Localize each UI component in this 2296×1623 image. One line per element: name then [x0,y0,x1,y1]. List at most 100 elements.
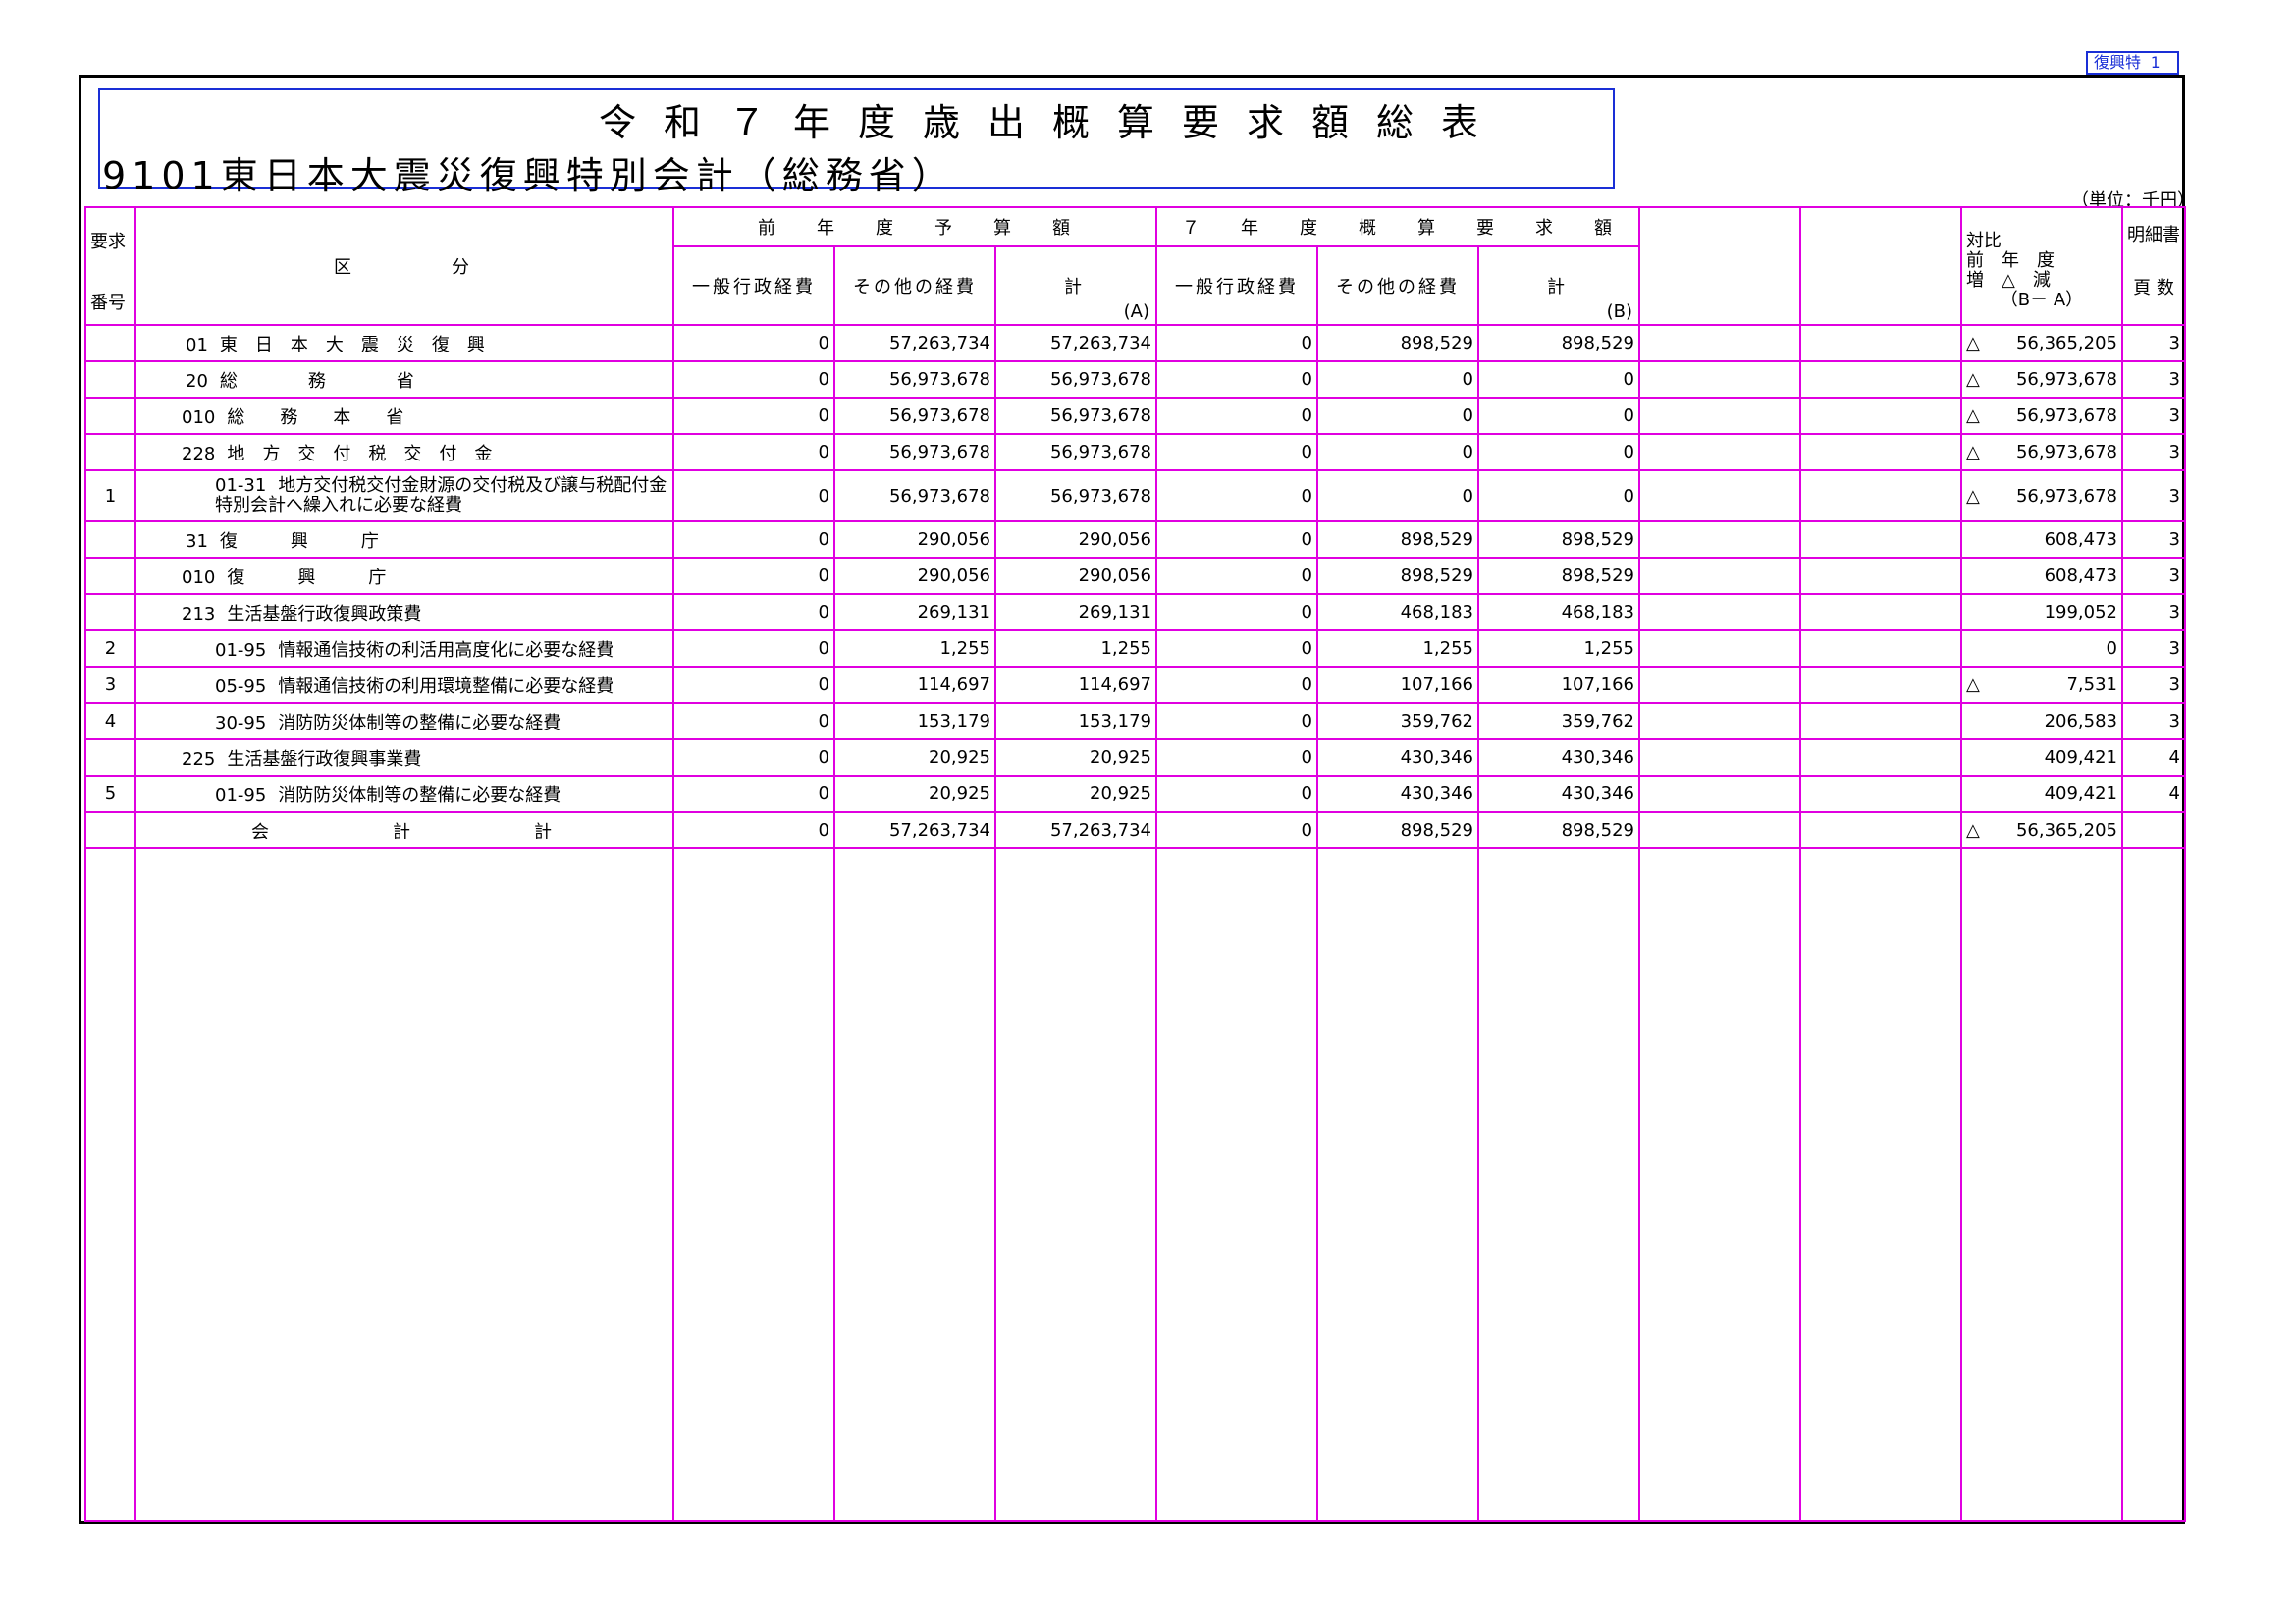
amount-r-tot: 0 [1477,469,1640,522]
diff-value: 608,473 [2044,529,2117,550]
detail-page-cell: 3 [2121,702,2186,740]
amount-r-gen: 0 [1155,775,1318,813]
col-10-cell [1799,557,1962,595]
req-no-cell: 5 [84,775,136,813]
account-code: 213 [182,603,216,624]
col-9-cell [1638,324,1801,362]
account-name: 東 日 本 大 震 災 復 興 [219,334,485,355]
diff-sign: △ [1966,369,1980,390]
col-9-cell [1638,397,1801,435]
diff-cell: 409,421 [1960,738,2123,777]
amount-p-oth: 20,925 [833,775,996,813]
col-10-cell [1799,469,1962,522]
division-cell: 30-95 消防防災体制等の整備に必要な経費 [134,702,674,740]
division-cell: 05-95 情報通信技術の利用環境整備に必要な経費 [134,666,674,704]
col-9-cell [1638,520,1801,559]
amount-r-oth: 898,529 [1316,520,1479,559]
total-col-9 [1638,811,1801,849]
account-name: 情報通信技術の利活用高度化に必要な経費 [278,639,614,661]
total-label: 会 計 計 [134,811,674,849]
amount-p-tot: 114,697 [994,666,1157,704]
amount-p-gen: 0 [672,738,835,777]
col-10-cell [1799,397,1962,435]
amount-p-gen: 0 [672,324,835,362]
req-no-cell [84,433,136,471]
col-9-cell [1638,360,1801,399]
diff-cell: 0 [1960,629,2123,668]
diff-value: 608,473 [2044,566,2117,586]
blank-header-9 [1638,206,1801,326]
amount-r-oth: 0 [1316,433,1479,471]
col-10-cell [1799,433,1962,471]
empty-cell [1960,847,2123,1522]
account-code: 01-95 [215,784,267,806]
division-cell: 213 生活基盤行政復興政策費 [134,593,674,631]
account-name: 地 方 交 付 税 交 付 金 [227,443,493,464]
account-name: 消防防災体制等の整備に必要な経費 [278,784,561,806]
amount-p-gen: 0 [672,433,835,471]
data-rows: 01 東 日 本 大 震 災 復 興 0 57,263,734 57,263,734 0 8… [84,324,2186,813]
division-cell: 20 総 務 省 [134,360,674,399]
diff-value: 199,052 [2044,602,2117,622]
diff-value: 0 [2106,638,2117,659]
amount-r-gen: 0 [1155,469,1318,522]
amount-p-tot: 56,973,678 [994,360,1157,399]
empty-cell [1799,847,1962,1522]
amount-p-oth: 56,973,678 [833,433,996,471]
amount-r-tot: 0 [1477,397,1640,435]
amount-p-tot: 20,925 [994,775,1157,813]
account-code: 05-95 [215,676,267,697]
amount-p-oth: 290,056 [833,557,996,595]
table-row: 31 復 興 庁 0 290,056 290,056 0 898,529 898,529 608… [84,520,2186,559]
division-header: 区 分 [134,206,674,326]
diff-header-line-1: 対比 [1966,231,2002,251]
amount-p-gen: 0 [672,775,835,813]
prev-general-header: 一般行政経費 [672,245,835,326]
diff-value: 56,973,678 [2015,485,2117,507]
empty-cell [994,847,1157,1522]
account-name: 総 務 省 [219,370,414,392]
amount-p-tot: 269,131 [994,593,1157,631]
req-no-cell [84,360,136,399]
amount-r-tot: 430,346 [1477,775,1640,813]
diff-sign: △ [1966,485,1980,507]
division-cell: 225 生活基盤行政復興事業費 [134,738,674,777]
table-row: 1 01-31 地方交付税交付金財源の交付税及び譲与税配付金特別会計へ繰入れに必要な… [84,469,2186,522]
total-p-tot: 57,263,734 [994,811,1157,849]
blank-header-10 [1799,206,1962,326]
amount-r-oth: 0 [1316,469,1479,522]
division-cell: 010 総 務 本 省 [134,397,674,435]
col-10-cell [1799,702,1962,740]
account-name: 総 務 本 省 [227,406,404,428]
amount-p-gen: 0 [672,557,835,595]
amount-p-oth: 56,973,678 [833,360,996,399]
amount-r-tot: 898,529 [1477,557,1640,595]
prev-total-header: 計 (A) [994,245,1157,326]
col-9-cell [1638,593,1801,631]
amount-r-gen: 0 [1155,738,1318,777]
col-10-cell [1799,360,1962,399]
detail-page-cell: 3 [2121,469,2186,522]
account-name: 地方交付税交付金財源の交付税及び譲与税配付金特別会計へ繰入れに必要な経費 [215,475,667,515]
amount-p-tot: 56,973,678 [994,433,1157,471]
req-no-cell: 1 [84,469,136,522]
amount-r-tot: 1,255 [1477,629,1640,668]
division-cell: 010 復 興 庁 [134,557,674,595]
diff-cell: △ 56,973,678 [1960,469,2123,522]
amount-p-oth: 114,697 [833,666,996,704]
amount-p-tot: 290,056 [994,520,1157,559]
diff-sign: △ [1966,675,1980,695]
amount-r-gen: 0 [1155,593,1318,631]
table-row: 3 05-95 情報通信技術の利用環境整備に必要な経費 0 114,697 114,697… [84,666,2186,704]
total-page [2121,811,2186,849]
diff-cell: △ 56,365,205 [1960,324,2123,362]
r7-total-mark: (B) [1606,301,1632,322]
header-row-1: 要求 番号 区 分 前 年 度 予 算 額 ７ 年 度 概 算 要 求 額 対比… [84,206,2186,326]
col-9-cell [1638,557,1801,595]
account-code: 010 [182,567,216,588]
division-cell: 01 東 日 本 大 震 災 復 興 [134,324,674,362]
empty-cell [84,847,136,1522]
empty-cell [2121,847,2186,1522]
amount-r-gen: 0 [1155,360,1318,399]
col-10-cell [1799,593,1962,631]
